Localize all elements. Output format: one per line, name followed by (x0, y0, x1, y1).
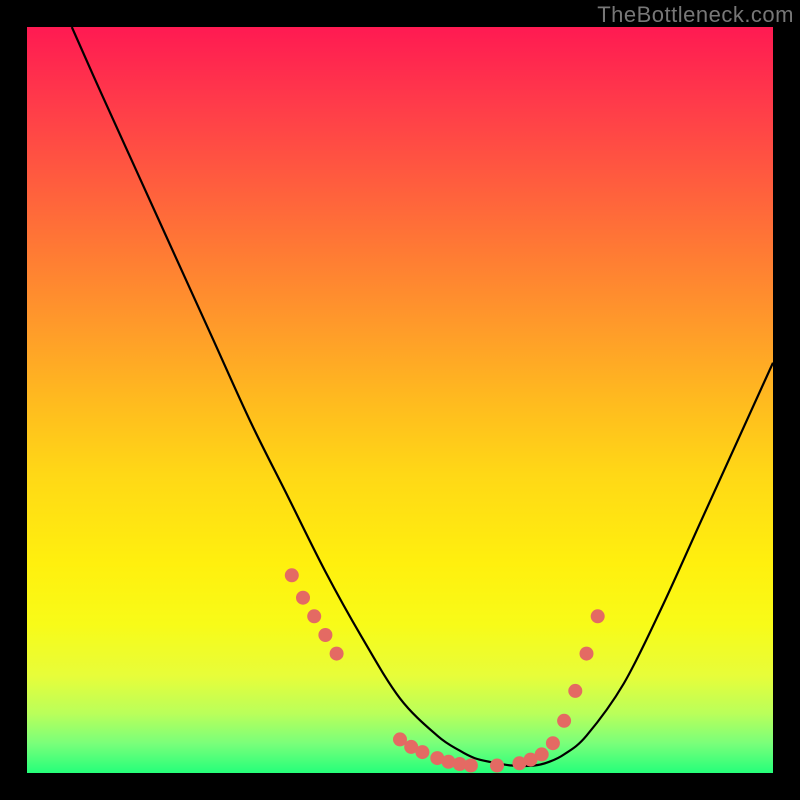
highlight-dot (580, 647, 594, 661)
highlight-dot (318, 628, 332, 642)
highlight-dot (464, 759, 478, 773)
highlight-dot (285, 568, 299, 582)
highlight-dot (557, 714, 571, 728)
chart-frame: TheBottleneck.com (0, 0, 800, 800)
highlight-dot (330, 647, 344, 661)
highlight-dot (415, 745, 429, 759)
gradient-plot-area (27, 27, 773, 773)
highlight-dot (546, 736, 560, 750)
highlight-dot (490, 759, 504, 773)
highlight-dot (591, 609, 605, 623)
bottleneck-curve-svg (27, 27, 773, 773)
highlight-dot (296, 591, 310, 605)
highlight-dot (535, 747, 549, 761)
highlight-dot (568, 684, 582, 698)
highlight-dot (307, 609, 321, 623)
watermark-text: TheBottleneck.com (597, 2, 794, 28)
bottleneck-curve-path (72, 27, 773, 766)
